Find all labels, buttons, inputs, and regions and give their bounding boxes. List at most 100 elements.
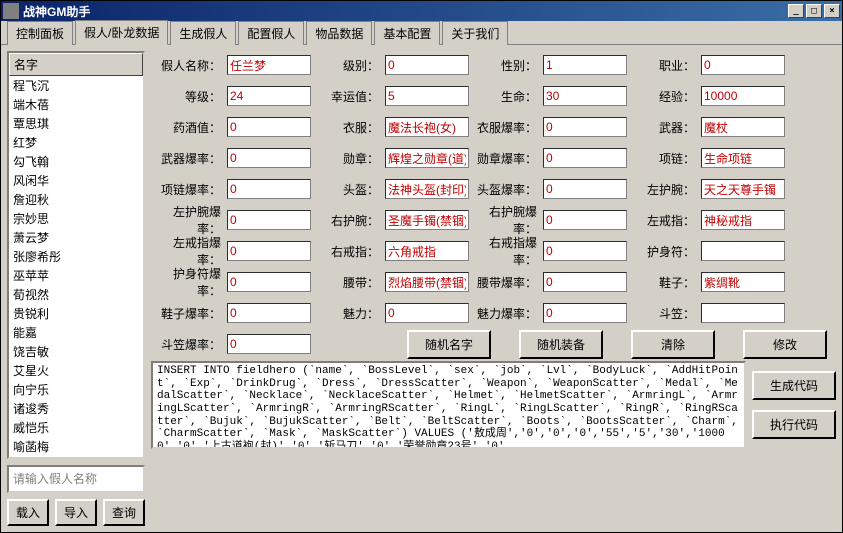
maximize-button[interactable]: □ — [806, 4, 822, 18]
list-item[interactable]: 张廖希彤 — [9, 247, 143, 266]
field-input[interactable] — [701, 179, 785, 199]
list-item[interactable]: 宗妙思 — [9, 209, 143, 228]
sql-textarea[interactable]: INSERT INTO fieldhero (`name`, `BossLeve… — [151, 361, 746, 449]
list-item[interactable]: 威恺乐 — [9, 418, 143, 437]
field-input[interactable] — [701, 272, 785, 292]
list-item[interactable]: 向宁乐 — [9, 380, 143, 399]
modify-button[interactable]: 修改 — [743, 330, 827, 359]
field-input[interactable] — [385, 272, 469, 292]
list-item[interactable]: 巫苹苹 — [9, 266, 143, 285]
field-input[interactable] — [385, 148, 469, 168]
tab-3[interactable]: 配置假人 — [238, 21, 304, 45]
field-input[interactable] — [701, 86, 785, 106]
field-label: 经验： — [629, 88, 699, 105]
field-label: 斗笠爆率： — [151, 336, 225, 353]
close-button[interactable]: × — [824, 4, 840, 18]
field-input[interactable] — [227, 117, 311, 137]
field-input[interactable] — [385, 86, 469, 106]
field-input[interactable] — [385, 303, 469, 323]
field-input[interactable] — [227, 86, 311, 106]
exec_code-button[interactable]: 执行代码 — [752, 410, 836, 439]
field-input[interactable] — [227, 179, 311, 199]
tab-5[interactable]: 基本配置 — [374, 21, 440, 45]
field-input[interactable] — [227, 241, 311, 261]
field-input[interactable] — [385, 55, 469, 75]
form-row: 药酒值：衣服：衣服爆率：武器： — [151, 113, 836, 141]
list-item[interactable]: 钮绢子 — [9, 456, 143, 457]
list-item[interactable]: 萧云梦 — [9, 228, 143, 247]
field-input[interactable] — [701, 303, 785, 323]
content-area: 名字程飞沉端木蓓覃思琪红梦勾飞翰风闲华詹迎秋宗妙思萧云梦张廖希彤巫苹苹荀视然贵锐… — [1, 45, 842, 532]
tab-0[interactable]: 控制面板 — [7, 21, 73, 45]
field-input[interactable] — [227, 334, 311, 354]
list-item[interactable]: 詹迎秋 — [9, 190, 143, 209]
list-item[interactable]: 贵锐利 — [9, 304, 143, 323]
field-input[interactable] — [543, 210, 627, 230]
list-item[interactable]: 饶吉敏 — [9, 342, 143, 361]
list-item[interactable]: 红梦 — [9, 133, 143, 152]
form-panel: 假人名称：级别：性别：职业：等级：幸运值：生命：经验：药酒值：衣服：衣服爆率：武… — [151, 51, 836, 526]
search-input[interactable] — [7, 465, 145, 493]
list-item[interactable]: 覃思琪 — [9, 114, 143, 133]
field-label: 左戒指爆率： — [151, 234, 225, 268]
list-item[interactable]: 端木蓓 — [9, 95, 143, 114]
left-button-row: 载入 导入 查询 — [7, 499, 145, 526]
field-label: 魅力爆率： — [471, 305, 541, 322]
field-input[interactable] — [701, 241, 785, 261]
field-input[interactable] — [385, 210, 469, 230]
load-button[interactable]: 载入 — [7, 499, 49, 526]
field-input[interactable] — [543, 55, 627, 75]
minimize-button[interactable]: _ — [788, 4, 804, 18]
form-row: 左护腕爆率：右护腕：右护腕爆率：左戒指： — [151, 206, 836, 234]
field-input[interactable] — [543, 303, 627, 323]
window-buttons: _ □ × — [788, 4, 840, 18]
field-input[interactable] — [543, 179, 627, 199]
field-label: 魅力： — [313, 305, 383, 322]
field-input[interactable] — [701, 210, 785, 230]
name-listbox[interactable]: 名字程飞沉端木蓓覃思琪红梦勾飞翰风闲华詹迎秋宗妙思萧云梦张廖希彤巫苹苹荀视然贵锐… — [7, 51, 145, 459]
gen_code-button[interactable]: 生成代码 — [752, 371, 836, 400]
field-input[interactable] — [385, 241, 469, 261]
list-item[interactable]: 艾星火 — [9, 361, 143, 380]
field-label: 衣服： — [313, 119, 383, 136]
field-input[interactable] — [227, 272, 311, 292]
tab-4[interactable]: 物品数据 — [306, 21, 372, 45]
field-input[interactable] — [701, 55, 785, 75]
bottom-row: INSERT INTO fieldhero (`name`, `BossLeve… — [151, 361, 836, 449]
list-item[interactable]: 勾飞翰 — [9, 152, 143, 171]
import-button[interactable]: 导入 — [55, 499, 97, 526]
field-input[interactable] — [701, 117, 785, 137]
field-label: 护身符爆率： — [151, 265, 225, 299]
list-header[interactable]: 名字 — [9, 53, 143, 76]
field-input[interactable] — [543, 272, 627, 292]
tab-2[interactable]: 生成假人 — [170, 21, 236, 45]
form-row: 护身符爆率：腰带：腰带爆率：鞋子： — [151, 268, 836, 296]
rand_name-button[interactable]: 随机名字 — [407, 330, 491, 359]
query-button[interactable]: 查询 — [103, 499, 145, 526]
field-input[interactable] — [543, 241, 627, 261]
field-input[interactable] — [227, 55, 311, 75]
tab-1[interactable]: 假人/卧龙数据 — [75, 20, 168, 45]
field-input[interactable] — [227, 303, 311, 323]
clear-button[interactable]: 清除 — [631, 330, 715, 359]
list-item[interactable]: 喻菡梅 — [9, 437, 143, 456]
field-label: 右戒指爆率： — [471, 234, 541, 268]
field-input[interactable] — [385, 117, 469, 137]
field-input[interactable] — [543, 148, 627, 168]
field-label: 药酒值： — [151, 119, 225, 136]
field-input[interactable] — [543, 86, 627, 106]
field-label: 项链爆率： — [151, 181, 225, 198]
rand_equip-button[interactable]: 随机装备 — [519, 330, 603, 359]
list-item[interactable]: 程飞沉 — [9, 76, 143, 95]
field-input[interactable] — [227, 210, 311, 230]
field-input[interactable] — [385, 179, 469, 199]
field-input[interactable] — [543, 117, 627, 137]
list-item[interactable]: 荀视然 — [9, 285, 143, 304]
field-input[interactable] — [701, 148, 785, 168]
tab-6[interactable]: 关于我们 — [442, 21, 508, 45]
field-label: 腰带爆率： — [471, 274, 541, 291]
list-item[interactable]: 能嘉 — [9, 323, 143, 342]
field-input[interactable] — [227, 148, 311, 168]
list-item[interactable]: 诸逡秀 — [9, 399, 143, 418]
list-item[interactable]: 风闲华 — [9, 171, 143, 190]
